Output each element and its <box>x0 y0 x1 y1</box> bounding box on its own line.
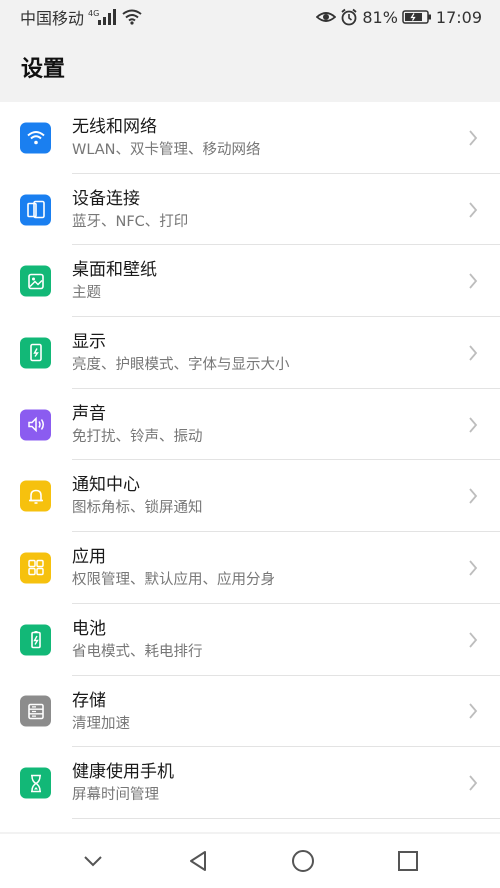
page-title: 设置 <box>21 57 66 82</box>
item-title: 应用 <box>72 547 106 568</box>
item-title: 显示 <box>72 332 106 353</box>
clock: 17:09 <box>435 7 482 27</box>
network-type-label: 4G <box>88 9 99 18</box>
settings-item-sound[interactable]: 声音 免打扰、铃声、振动 <box>0 389 500 461</box>
recents-square-icon <box>397 851 418 871</box>
sound-icon <box>20 409 51 441</box>
settings-item-display[interactable]: 显示 亮度、护眼模式、字体与显示大小 <box>0 317 500 389</box>
item-title: 桌面和壁纸 <box>72 260 157 281</box>
item-subtitle: 屏幕时间管理 <box>72 787 159 804</box>
collapse-button[interactable] <box>73 841 113 881</box>
item-title: 存储 <box>72 690 106 711</box>
battery-icon <box>402 9 432 25</box>
chevron-right-icon <box>469 703 478 719</box>
chevron-right-icon <box>469 417 478 433</box>
back-button[interactable] <box>178 841 218 881</box>
chevron-right-icon <box>469 345 478 361</box>
settings-list: 无线和网络 WLAN、双卡管理、移动网络 设备连接 蓝牙、NFC、打印 桌面和壁… <box>0 102 500 832</box>
eye-comfort-icon <box>316 9 337 25</box>
hourglass-icon <box>20 767 51 799</box>
item-subtitle: 省电模式、耗电排行 <box>72 643 203 660</box>
settings-item-apps[interactable]: 应用 权限管理、默认应用、应用分身 <box>0 532 500 604</box>
back-triangle-icon <box>189 851 206 871</box>
item-subtitle: 权限管理、默认应用、应用分身 <box>72 572 275 589</box>
item-title: 无线和网络 <box>72 117 157 137</box>
alarm-icon <box>340 8 358 26</box>
home-circle-icon <box>291 850 314 872</box>
item-subtitle: 蓝牙、NFC、打印 <box>72 213 189 230</box>
item-subtitle: WLAN、双卡管理、移动网络 <box>72 142 261 158</box>
item-title: 设备连接 <box>72 188 140 209</box>
chevron-right-icon <box>469 130 478 146</box>
status-bar: 中国移动 4G 81% 17:09 <box>0 0 500 34</box>
chevron-right-icon <box>469 632 478 648</box>
signal-icon: 4G <box>88 8 118 26</box>
recents-button[interactable] <box>388 841 428 881</box>
chevron-right-icon <box>469 273 478 289</box>
settings-item-wireless-network[interactable]: 无线和网络 WLAN、双卡管理、移动网络 <box>0 102 500 174</box>
chevron-right-icon <box>469 775 478 791</box>
item-title: 健康使用手机 <box>72 762 174 783</box>
page-header: 设置 <box>0 34 500 100</box>
notification-bell-icon <box>20 480 51 512</box>
wifi-icon <box>20 122 51 154</box>
chevron-right-icon <box>469 201 478 218</box>
apps-grid-icon <box>20 552 51 584</box>
status-left: 中国移动 4G <box>20 5 142 29</box>
item-title: 通知中心 <box>72 475 140 496</box>
item-title: 声音 <box>72 403 106 424</box>
navigation-bar <box>0 834 500 888</box>
display-icon <box>20 337 51 369</box>
settings-item-battery[interactable]: 电池 省电模式、耗电排行 <box>0 604 500 676</box>
settings-item-notification-center[interactable]: 通知中心 图标角标、锁屏通知 <box>0 460 500 533</box>
item-title: 电池 <box>72 618 106 639</box>
wifi-icon <box>122 9 142 25</box>
item-subtitle: 主题 <box>72 285 101 302</box>
divider <box>72 817 500 819</box>
status-right: 81% 17:09 <box>316 8 482 27</box>
item-subtitle: 免打扰、铃声、振动 <box>72 428 203 445</box>
battery-percent: 81% <box>362 7 398 27</box>
home-button[interactable] <box>283 841 323 881</box>
chevron-right-icon <box>469 488 478 504</box>
settings-item-storage[interactable]: 存储 清理加速 <box>0 676 500 748</box>
battery-icon <box>20 624 51 656</box>
chevron-right-icon <box>469 560 478 576</box>
storage-icon <box>20 695 51 727</box>
device-connection-icon <box>20 194 51 226</box>
settings-item-digital-balance[interactable]: 健康使用手机 屏幕时间管理 <box>0 747 500 819</box>
collapse-chevron-icon <box>83 856 102 867</box>
item-subtitle: 清理加速 <box>72 715 130 732</box>
carrier-name: 中国移动 <box>20 9 85 28</box>
item-subtitle: 亮度、护眼模式、字体与显示大小 <box>72 357 290 374</box>
settings-item-desktop-wallpaper[interactable]: 桌面和壁纸 主题 <box>0 245 500 318</box>
wallpaper-icon <box>20 265 51 297</box>
item-subtitle: 图标角标、锁屏通知 <box>72 500 203 517</box>
settings-item-device-connection[interactable]: 设备连接 蓝牙、NFC、打印 <box>0 174 500 246</box>
